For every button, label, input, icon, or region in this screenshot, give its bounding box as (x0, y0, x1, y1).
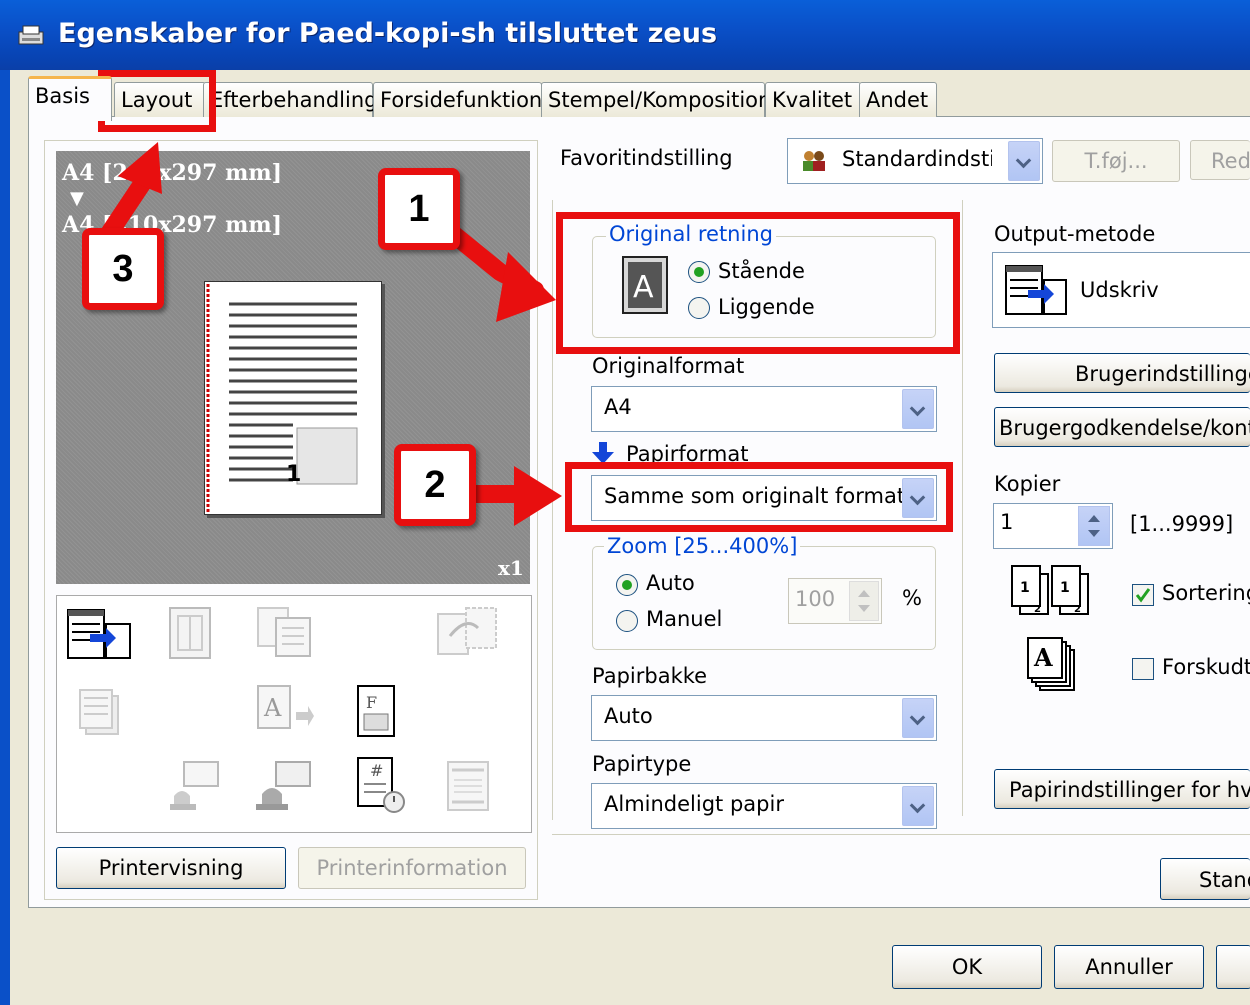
annotation-arrows (101, 142, 562, 526)
tab-basis[interactable]: Basis (28, 76, 112, 121)
callout-2: 2 (394, 444, 476, 526)
callout-1: 1 (378, 168, 460, 250)
callout-3: 3 (82, 228, 164, 310)
